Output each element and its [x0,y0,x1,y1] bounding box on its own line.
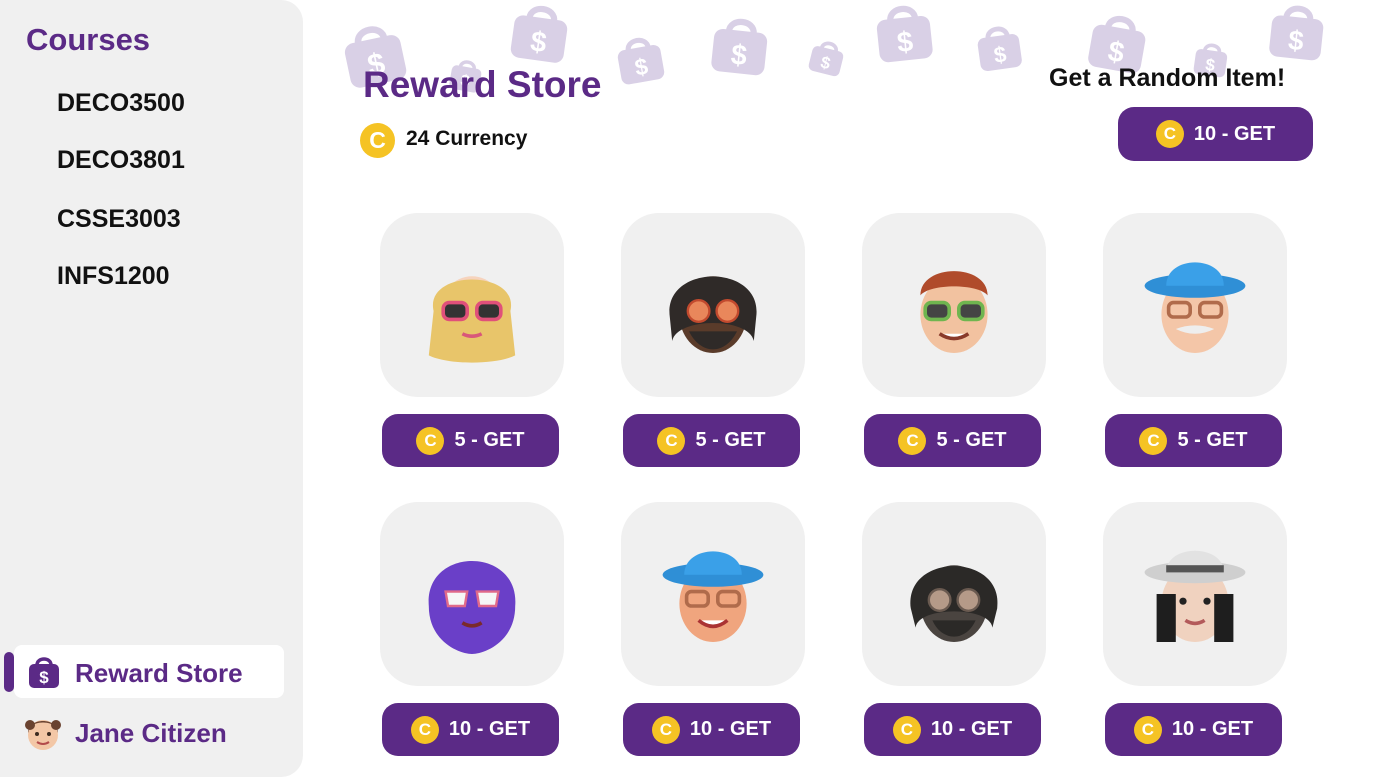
buy-item-button-label: 10 - GET [448,718,531,740]
coin-icon: C [360,123,395,158]
memoji-avatar-icon [428,561,516,654]
buy-item-button[interactable]: C 10 - GET [382,703,559,756]
store-item-card[interactable] [380,502,564,686]
buy-item-button[interactable]: C 5 - GET [382,414,559,467]
course-item-csse3003[interactable]: CSSE3003 [57,205,181,234]
store-item-card[interactable] [862,213,1046,397]
store-item-card[interactable] [380,213,564,397]
memoji-avatar-icon [910,565,998,642]
buy-item-button[interactable]: C 10 - GET [623,703,800,756]
buy-item-button[interactable]: C 10 - GET [1105,703,1282,756]
svg-text:$: $ [39,668,49,687]
svg-text:$: $ [896,26,915,59]
random-item-title: Get a Random Item! [1049,64,1286,92]
decorative-bag-icon: $ [1269,5,1324,61]
decorative-bag-icon: $ [711,18,768,76]
svg-text:$: $ [1287,24,1305,56]
buy-item-button-label: 5 - GET [936,429,1007,451]
buy-item-button-label: 10 - GET [930,718,1013,740]
courses-heading: Courses [26,22,151,57]
buy-item-button[interactable]: C 5 - GET [864,414,1041,467]
coin-icon: C [1139,426,1168,455]
store-item-card[interactable] [621,502,805,686]
user-name[interactable]: Jane Citizen [75,718,227,749]
course-item-deco3500[interactable]: DECO3500 [57,89,185,118]
memoji-avatar-icon [920,271,988,353]
course-item-deco3801[interactable]: DECO3801 [57,146,185,175]
store-item-card[interactable] [862,502,1046,686]
decorative-bag-icon: $ [510,6,568,63]
buy-item-button-label: 5 - GET [454,429,525,451]
decorative-bag-icon: $ [808,41,844,77]
random-item-button-label: 10 - GET [1193,122,1276,145]
nav-label-reward-store: Reward Store [75,658,243,688]
course-item-infs1200[interactable]: INFS1200 [57,262,170,291]
coin-icon: C [657,426,686,455]
buy-item-button-label: 10 - GET [689,718,772,740]
coin-icon: C [1155,120,1184,148]
page-title: Reward Store [363,64,602,105]
decorative-bag-icon: $ [876,5,933,63]
store-item-card[interactable] [1103,502,1287,686]
buy-item-button-label: 5 - GET [1177,429,1248,451]
buy-item-button[interactable]: C 10 - GET [864,703,1041,756]
memoji-avatar-icon [428,276,516,363]
memoji-avatar-icon [669,276,757,353]
store-item-card[interactable] [621,213,805,397]
buy-item-button[interactable]: C 5 - GET [623,414,800,467]
buy-item-button[interactable]: C 5 - GET [1105,414,1282,467]
memoji-avatar-icon [1144,262,1246,353]
buy-item-button-label: 10 - GET [1171,718,1254,740]
memoji-avatar-icon [662,551,764,642]
decorative-bag-icon: $ [977,26,1022,72]
avatar-icon[interactable] [22,711,64,753]
currency-balance: 24 Currency [406,127,528,150]
random-item-button[interactable]: C 10 - GET [1118,107,1313,161]
store-item-card[interactable] [1103,213,1287,397]
coin-icon: C [410,715,439,744]
shopping-bag-dollar-icon: $ [29,657,59,688]
decorative-bag-icon: $ [617,37,665,85]
memoji-avatar-icon [1144,550,1246,642]
buy-item-button-label: 5 - GET [695,429,766,451]
coin-icon: C [892,715,921,744]
coin-icon: C [416,426,445,455]
coin-icon: C [898,426,927,455]
coin-icon: C [1133,715,1162,744]
active-indicator [4,652,14,692]
coin-icon: C [651,715,680,744]
